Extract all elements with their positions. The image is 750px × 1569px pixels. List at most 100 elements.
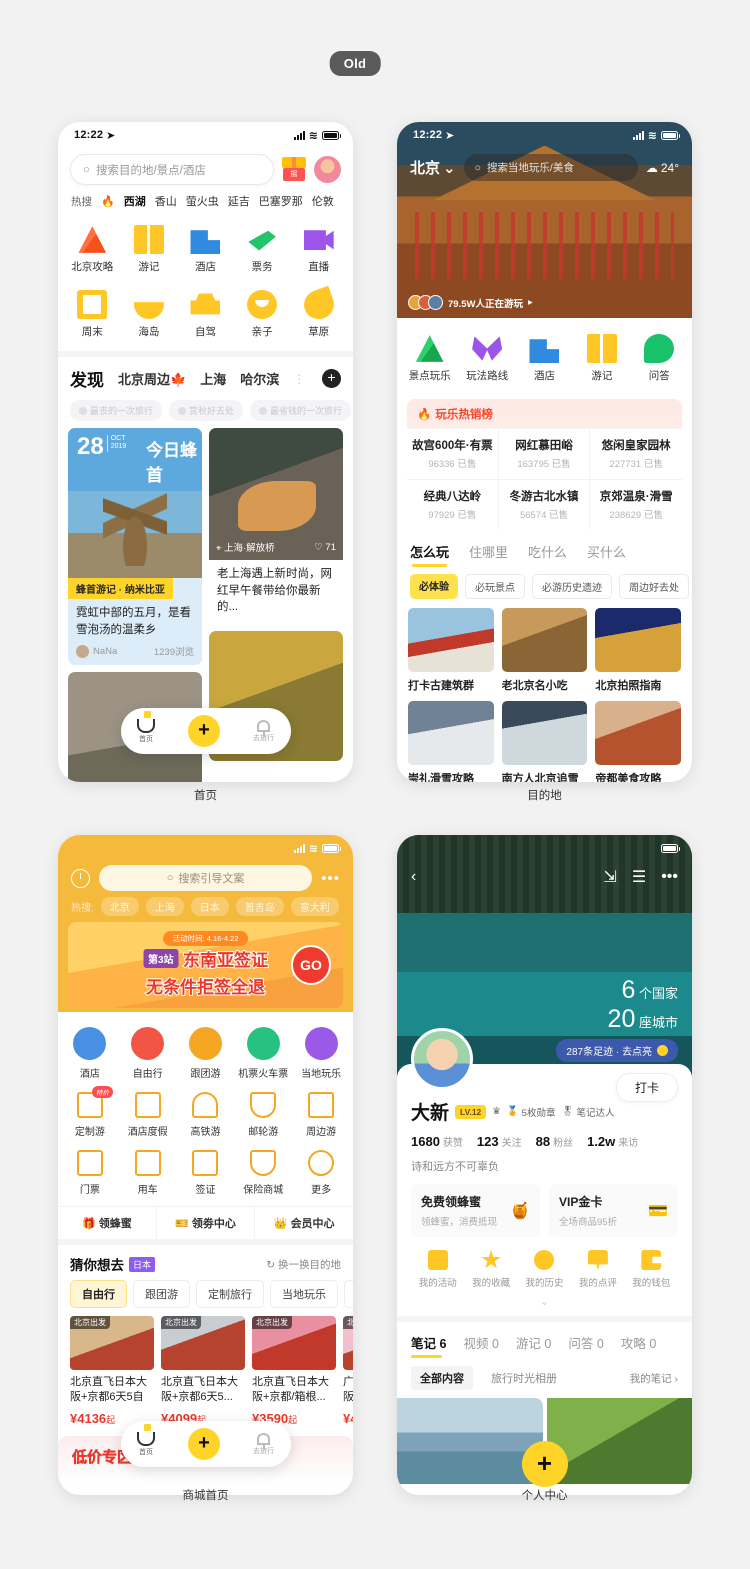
my-notes-link[interactable]: 我的笔记 › xyxy=(630,1371,678,1386)
tab-videos[interactable]: 视频 0 xyxy=(463,1333,498,1352)
grid-item-notes[interactable]: 游记 xyxy=(121,219,178,280)
banner-go-button[interactable]: GO xyxy=(291,945,331,985)
nav-attractions[interactable]: 景点玩乐 xyxy=(401,328,458,389)
topic-chip[interactable]: 赏秋好去处 xyxy=(169,400,244,421)
rank-item[interactable]: 网红慕田峪 163795 已售 xyxy=(498,429,591,480)
tab-wheretostay[interactable]: 住哪里 xyxy=(469,542,508,561)
promo-honey[interactable]: 免费领蜂蜜 领蜂蜜，消费抵现 🍯 xyxy=(411,1184,540,1237)
grid-item-island[interactable]: 海岛 xyxy=(121,284,178,345)
product-card[interactable]: 北京出发 北京直飞日本大阪+京都6天5... ¥4099起 xyxy=(161,1316,245,1426)
grid-item-live[interactable]: 直播 xyxy=(290,219,347,280)
grid-item-weekend[interactable]: 周末 xyxy=(64,284,121,345)
title-badge[interactable]: 🎖 笔记达人 xyxy=(561,1105,614,1119)
hot-item[interactable]: 西湖 xyxy=(124,193,146,209)
hot-item[interactable]: 日本 xyxy=(190,897,229,916)
tab-guides[interactable]: 攻略 0 xyxy=(621,1333,656,1352)
entry-custom[interactable]: 特价 定制游 xyxy=(61,1086,119,1144)
create-post-button[interactable]: + xyxy=(521,1441,568,1487)
message-icon[interactable]: ☰ xyxy=(632,867,646,887)
tab-harbin[interactable]: 哈尔滨 xyxy=(240,369,279,388)
chip-must-experience[interactable]: 必体验 xyxy=(410,574,458,599)
filter-custom[interactable]: 定制旅行 xyxy=(196,1280,264,1308)
grid-item-family[interactable]: 亲子 xyxy=(234,284,291,345)
product-card[interactable]: 北京出发 北京直飞日本大阪+京都6天5自 ¥4136起 xyxy=(70,1316,154,1426)
tab-notes[interactable]: 笔记 6 xyxy=(411,1333,446,1358)
rank-item[interactable]: 京郊温泉·滑雪 238629 已售 xyxy=(590,480,682,530)
hot-item[interactable]: 香山 xyxy=(155,193,177,209)
grid-item-hotel[interactable]: 酒店 xyxy=(177,219,234,280)
tab-whattobuy[interactable]: 买什么 xyxy=(587,542,626,561)
share-icon[interactable]: ⇲ xyxy=(603,867,616,887)
entry-tickets[interactable]: 门票 xyxy=(61,1144,119,1202)
filter-free[interactable]: 自由行 xyxy=(70,1280,127,1308)
nav-home[interactable]: 首页 xyxy=(137,710,155,744)
tab-shanghai[interactable]: 上海 xyxy=(200,369,226,388)
tab-howtoplay[interactable]: 怎么玩 xyxy=(410,542,449,567)
expand-chevron-icon[interactable]: ⌄ xyxy=(411,1289,678,1316)
filter-cruise[interactable]: 邮轮 xyxy=(344,1280,353,1308)
search-input[interactable]: ○ 搜索当地玩乐/美食 xyxy=(463,154,638,181)
grid-item-grassland[interactable]: 草原 xyxy=(290,284,347,345)
nav-routes[interactable]: 玩法路线 xyxy=(458,328,515,389)
product-card[interactable]: 北京广州直飞日本大阪+箱根...¥4起 xyxy=(343,1316,353,1426)
entry-flights[interactable]: 机票火车票 xyxy=(234,1021,292,1086)
chip-historic[interactable]: 必游历史遗迹 xyxy=(532,574,612,599)
entry-grouptour[interactable]: 跟团游 xyxy=(177,1021,235,1086)
photo-hobbit[interactable] xyxy=(546,1398,692,1484)
hot-item[interactable]: 延吉 xyxy=(228,193,250,209)
hot-item[interactable]: 伦敦 xyxy=(312,193,334,209)
stat-following[interactable]: 123 关注 xyxy=(477,1133,522,1151)
more-icon[interactable]: ••• xyxy=(661,868,678,886)
entry-localplay[interactable]: 当地玩乐 xyxy=(292,1021,350,1086)
live-visitors[interactable]: 79.5W人正在游玩 ▸ xyxy=(408,295,533,310)
entry-hotelvacation[interactable]: 酒店度假 xyxy=(119,1086,177,1144)
tab-discover[interactable]: 发现 xyxy=(68,366,108,391)
photo-coast[interactable] xyxy=(397,1398,543,1484)
search-input[interactable]: ○ 搜索目的地/景点/酒店 xyxy=(70,154,274,185)
grid-item-selfdrive[interactable]: 自驾 xyxy=(177,284,234,345)
shortcut-favorites[interactable]: 我的收藏 xyxy=(464,1250,517,1289)
subtab-album[interactable]: 旅行时光相册 xyxy=(482,1366,566,1390)
hot-item[interactable]: 巴塞罗那 xyxy=(259,193,303,209)
promo-vip[interactable]: VIP金卡 全场商品95折 💳 xyxy=(549,1184,678,1237)
refresh-destination[interactable]: ↻ 换一换目的地 xyxy=(266,1257,341,1272)
promo-banner[interactable]: 活动时间: 4.16-4.22 第3站 东南亚签证 无条件拒签全退 GO xyxy=(68,922,343,1008)
tile-item[interactable]: 打卡古建筑群 xyxy=(408,608,494,693)
nav-plus-button[interactable]: + xyxy=(188,715,220,747)
feed-card-food[interactable]: ⌖ 上海·解放桥 ♡ 71 老上海遇上新时尚，网红早午餐带给你最新的... xyxy=(209,428,343,625)
entry-carrental[interactable]: 用车 xyxy=(119,1144,177,1202)
filter-group[interactable]: 跟团游 xyxy=(133,1280,190,1308)
hot-item[interactable]: 萤火虫 xyxy=(186,193,219,209)
filter-local[interactable]: 当地玩乐 xyxy=(270,1280,338,1308)
hot-item[interactable]: 上海 xyxy=(145,897,184,916)
tab-travelnotes[interactable]: 游记 0 xyxy=(516,1333,551,1352)
tile-item[interactable]: 老北京名小吃 xyxy=(501,608,588,693)
stat-visits[interactable]: 1.2w 来访 xyxy=(587,1133,638,1151)
nav-plus-button[interactable]: + xyxy=(188,1428,220,1460)
shortcut-wallet[interactable]: 我的钱包 xyxy=(625,1250,678,1289)
entry-visa[interactable]: 签证 xyxy=(177,1144,235,1202)
tab-qa[interactable]: 问答 0 xyxy=(568,1333,603,1352)
back-icon[interactable]: ‹ xyxy=(411,868,416,886)
avatar[interactable] xyxy=(314,156,341,183)
checkin-button[interactable]: 打卡 xyxy=(615,1073,678,1102)
stat-likes[interactable]: 1680 获赞 xyxy=(411,1133,463,1151)
tab-whattoeat[interactable]: 吃什么 xyxy=(528,542,567,561)
grid-item-tickets[interactable]: 票务 xyxy=(234,219,291,280)
nav-home[interactable]: 首页 xyxy=(137,1423,155,1457)
link-coupons[interactable]: 🎫 领劵中心 xyxy=(157,1207,256,1239)
subtab-all[interactable]: 全部内容 xyxy=(411,1366,473,1390)
shortcut-activities[interactable]: 我的活动 xyxy=(411,1250,464,1289)
nav-hotel[interactable]: 酒店 xyxy=(516,328,573,389)
tile-item[interactable]: 南方人北京追雪 xyxy=(501,701,588,782)
tile-item[interactable]: 北京拍照指南 xyxy=(595,608,681,693)
rank-item[interactable]: 悠闲皇家园林 227731 已售 xyxy=(590,429,682,480)
rank-item[interactable]: 冬游古北水镇 56574 已售 xyxy=(499,480,591,530)
entry-hsr[interactable]: 高铁游 xyxy=(177,1086,235,1144)
shortcut-reviews[interactable]: 我的点评 xyxy=(571,1250,624,1289)
chip-must-see[interactable]: 必玩景点 xyxy=(465,574,525,599)
weather-widget[interactable]: ☁ 24° xyxy=(646,161,679,175)
tab-beijing-around[interactable]: 北京周边🍁 xyxy=(118,369,186,388)
tile-item[interactable]: 崇礼滑雪攻略 xyxy=(408,701,494,782)
add-tab-button[interactable]: + xyxy=(322,369,341,388)
